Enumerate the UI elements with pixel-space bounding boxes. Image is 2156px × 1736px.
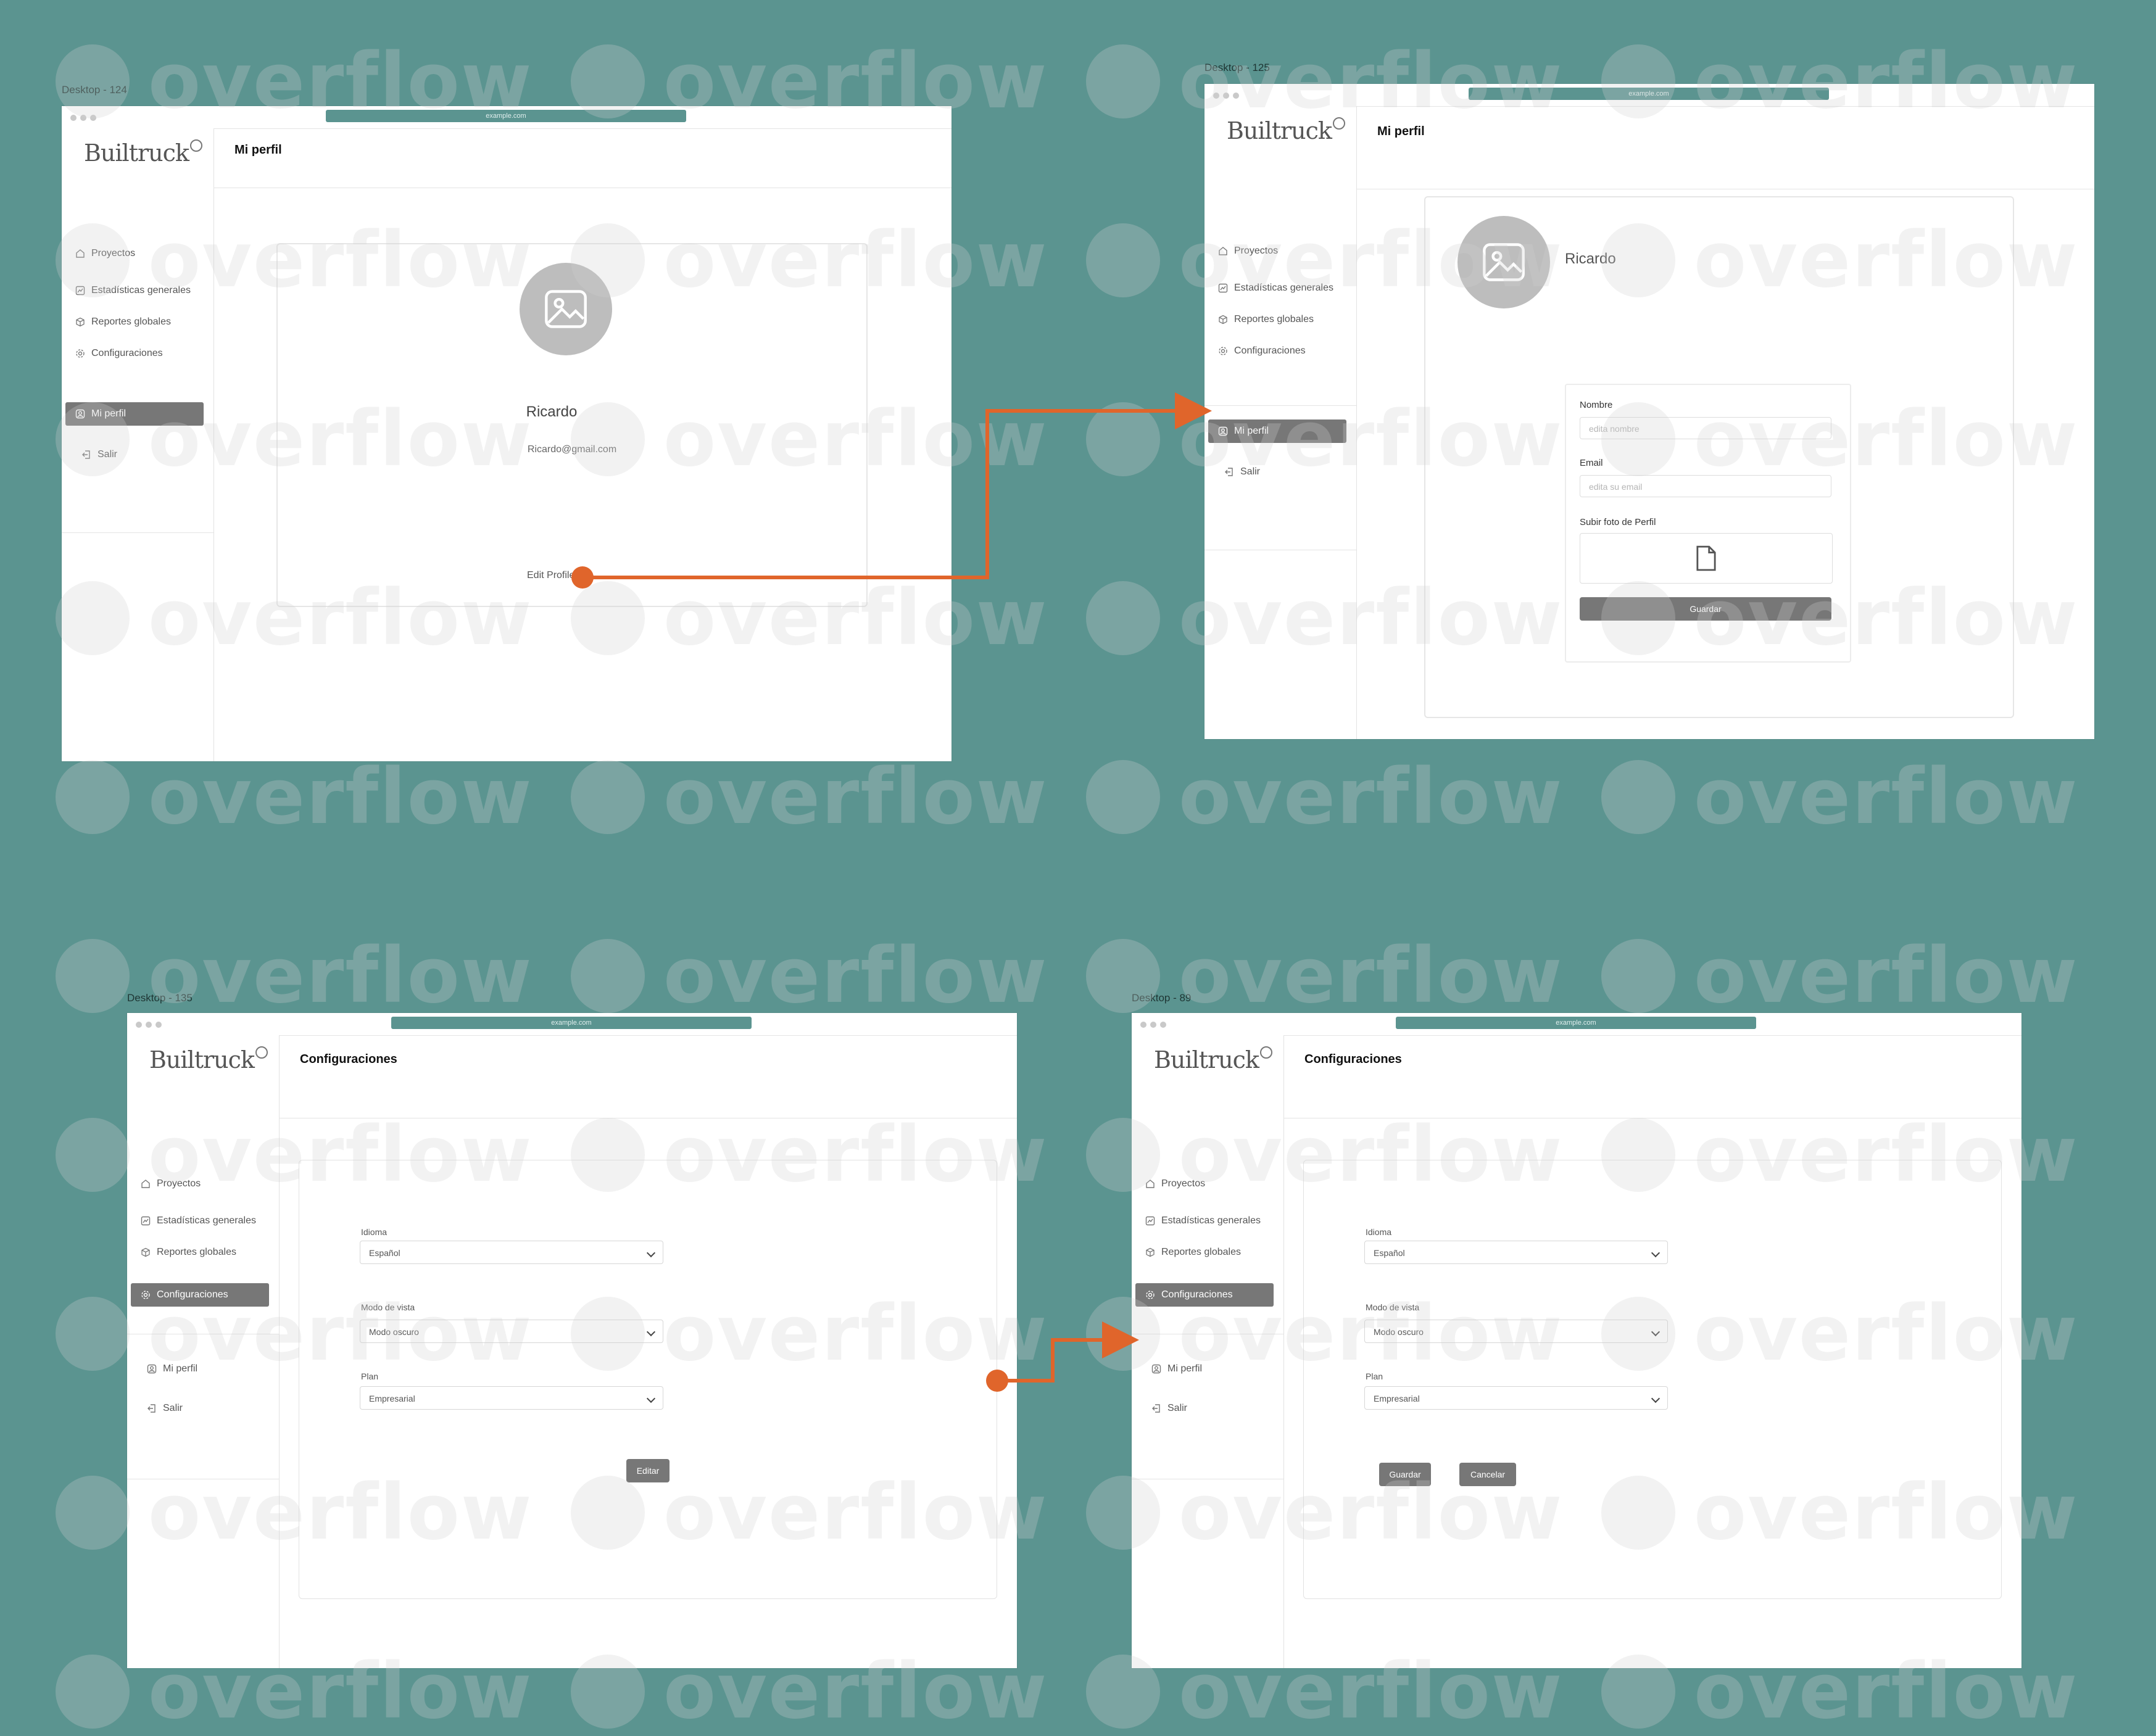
- flow-start-dot: [571, 566, 594, 589]
- flow-connectors: [571, 392, 1212, 1392]
- flow-arrow-edit-profile: [571, 392, 1212, 589]
- flow-start-dot: [986, 1370, 1008, 1392]
- flow-arrow-edit-settings: [986, 1321, 1139, 1392]
